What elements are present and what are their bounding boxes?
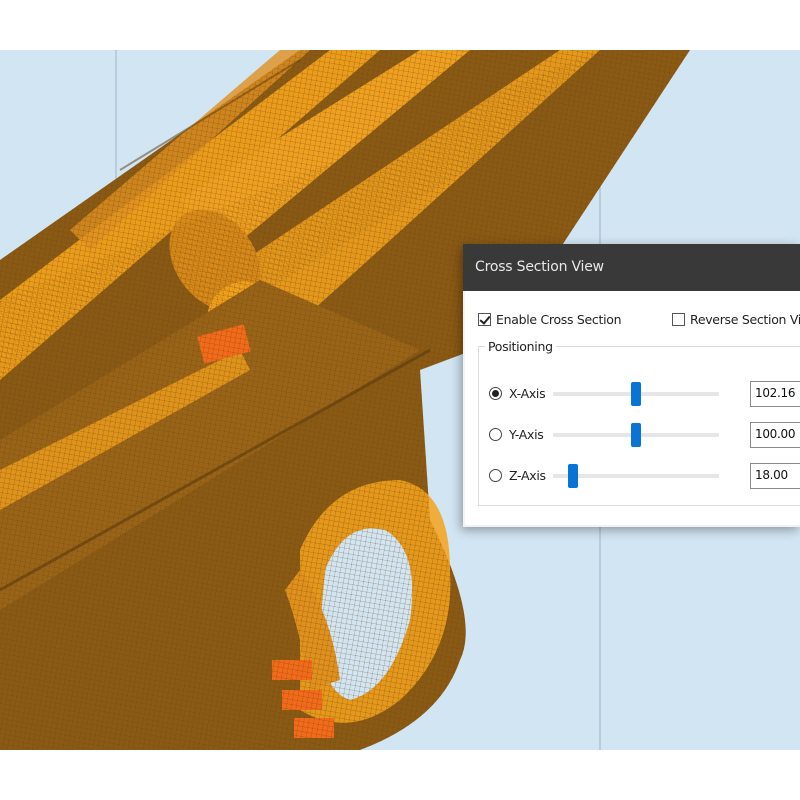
x-axis-label: X-Axis (509, 386, 546, 401)
y-axis-label: Y-Axis (509, 427, 544, 442)
z-axis-slider[interactable] (553, 464, 719, 488)
z-axis-slider-thumb[interactable] (567, 464, 578, 488)
z-axis-row: Z-Axis 18.00 (489, 463, 800, 489)
y-axis-row: Y-Axis 100.00 (489, 422, 800, 448)
dialog-title: Cross Section View (475, 259, 604, 275)
z-axis-value-input[interactable]: 18.00 (750, 463, 800, 489)
z-axis-radio[interactable] (489, 469, 502, 482)
positioning-title: Positioning (485, 339, 556, 354)
y-axis-slider-thumb[interactable] (631, 423, 641, 447)
x-axis-slider-thumb[interactable] (631, 382, 641, 406)
y-axis-slider[interactable] (553, 423, 719, 447)
cross-section-dialog: Cross Section View Enable Cross Section … (463, 244, 800, 527)
x-axis-value-input[interactable]: 102.16 (750, 381, 800, 407)
reverse-section-view-label: Reverse Section View (690, 311, 800, 327)
enable-cross-section-checkbox[interactable] (478, 312, 491, 326)
enable-cross-section-label: Enable Cross Section (496, 311, 622, 327)
reverse-section-view-option[interactable]: Reverse Section View (672, 310, 800, 328)
y-axis-radio[interactable] (489, 428, 502, 441)
x-axis-row: X-Axis 102.16 (489, 381, 800, 407)
enable-cross-section-option[interactable]: Enable Cross Section (478, 310, 622, 328)
z-axis-label: Z-Axis (509, 468, 546, 483)
y-axis-value-input[interactable]: 100.00 (750, 422, 800, 448)
x-axis-radio[interactable] (489, 387, 502, 400)
x-axis-slider[interactable] (553, 382, 719, 406)
dialog-titlebar[interactable]: Cross Section View (463, 244, 800, 291)
dialog-body: Enable Cross Section Reverse Section Vie… (465, 291, 800, 525)
reverse-section-view-checkbox[interactable] (672, 312, 685, 326)
